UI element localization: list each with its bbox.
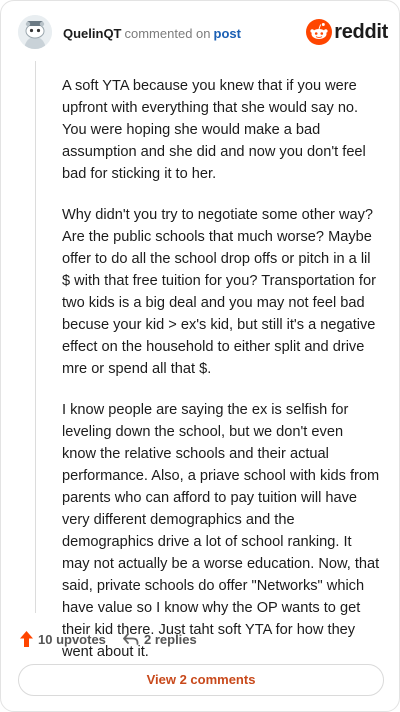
post-link[interactable]: post [214, 26, 241, 41]
comment-paragraph-1: A soft YTA because you knew that if you … [62, 78, 366, 182]
reddit-alien-icon [306, 19, 332, 45]
replies-button[interactable]: 2 replies [122, 629, 212, 651]
comment-paragraph-3: I know people are saying the ex is selfi… [62, 402, 380, 660]
snoo-avatar-icon [18, 15, 52, 49]
replies-count: 2 replies [144, 632, 197, 647]
comment-card: QuelinQT commented on post reddit A soft Y… [0, 0, 400, 712]
comment-body: A soft YTA because you knew that if you … [62, 75, 380, 682]
reply-arrow-icon [123, 633, 139, 645]
view-comments-button[interactable]: View 2 comments [18, 664, 384, 696]
user-avatar[interactable] [18, 15, 52, 49]
comment-meta: QuelinQT commented on post [63, 26, 241, 42]
thread-line[interactable] [35, 61, 36, 613]
comment-header: QuelinQT commented on post reddit [18, 15, 388, 51]
comment-action-text: commented on [124, 26, 211, 41]
comment-paragraph-2: Why didn't you try to negotiate some oth… [62, 207, 376, 377]
username-link[interactable]: QuelinQT [63, 26, 122, 41]
upvote-button[interactable]: 10 upvotes [19, 629, 109, 651]
reddit-wordmark: reddit [334, 21, 388, 43]
upvote-count: 10 upvotes [38, 632, 106, 647]
upvote-arrow-icon [20, 631, 33, 647]
reddit-logo[interactable]: reddit [298, 19, 388, 45]
